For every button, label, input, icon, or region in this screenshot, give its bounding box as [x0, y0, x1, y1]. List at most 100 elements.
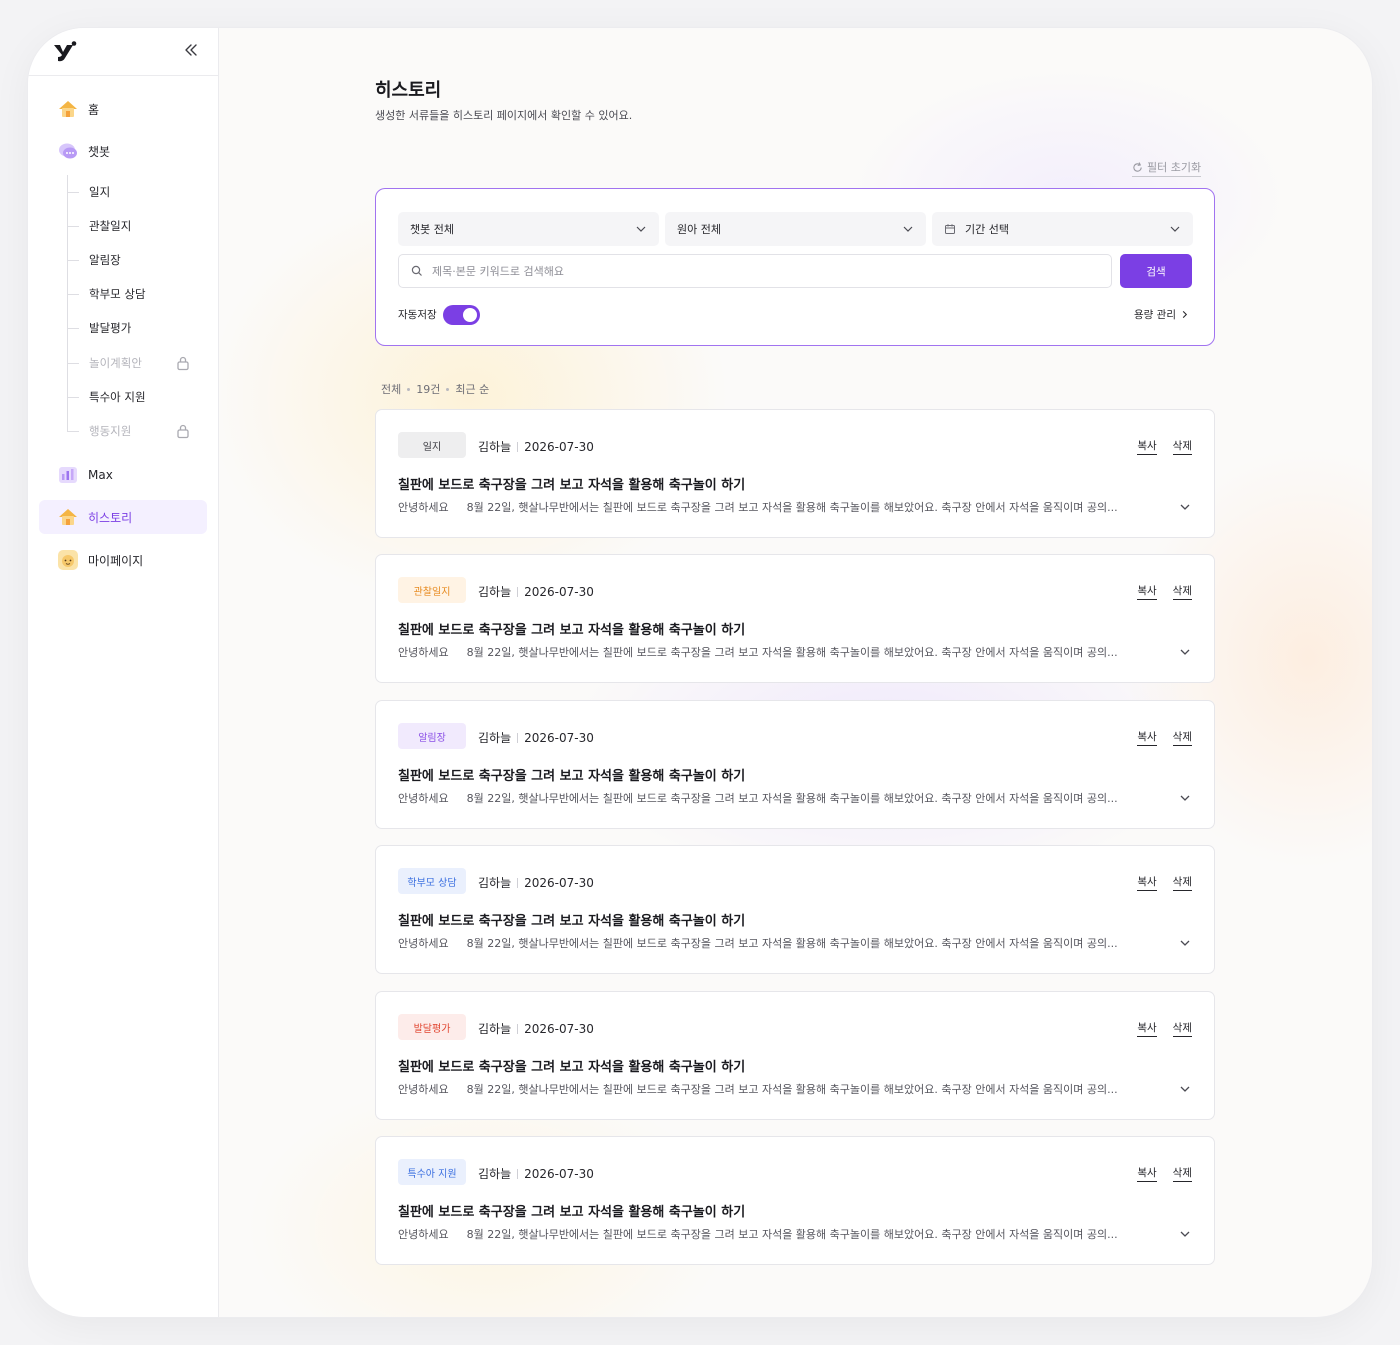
app-window: 홈 챗봇 일지 관찰일지 알림장 학부모 상담 발달평가 놀이계획안 특수아 지…	[28, 28, 1372, 1317]
history-icon	[57, 506, 79, 528]
history-card[interactable]: 알림장 김하늘 2026-07-30 복사 삭제 칠판에 보드로 축구장을 그려 보…	[375, 700, 1215, 829]
search-icon	[411, 265, 422, 276]
autosave-toggle[interactable]	[443, 305, 480, 325]
category-badge: 특수아 지원	[398, 1159, 466, 1185]
lock-icon	[177, 424, 189, 439]
copy-button[interactable]: 복사	[1137, 1165, 1157, 1182]
card-title: 칠판에 보드로 축구장을 그려 보고 자석을 활용해 축구놀이 하기	[398, 623, 746, 638]
category-badge: 알림장	[398, 723, 466, 749]
chevron-down-icon	[903, 226, 913, 232]
page-title: 히스토리	[375, 80, 442, 101]
card-preview: 안녕하세요 8월 22일, 햇살나무반에서는 칠판에 보드로 축구장을 그려 보고…	[398, 646, 1118, 659]
sidebar-subitem-development[interactable]: 발달평가	[89, 316, 209, 340]
main-content: 히스토리 생성한 서류들을 히스토리 페이지에서 확인할 수 있어요. 필터 초…	[219, 28, 1372, 1317]
category-badge: 학부모 상담	[398, 868, 466, 894]
calendar-icon	[945, 224, 955, 234]
child-select[interactable]: 원아 전체	[665, 212, 926, 246]
card-title: 칠판에 보드로 축구장을 그려 보고 자석을 활용해 축구놀이 하기	[398, 914, 746, 929]
card-meta: 김하늘 2026-07-30	[478, 1166, 594, 1182]
delete-button[interactable]: 삭제	[1172, 583, 1192, 600]
sidebar-item-chatbot[interactable]: 챗봇	[39, 134, 207, 168]
chevron-down-icon	[1170, 226, 1180, 232]
card-title: 칠판에 보드로 축구장을 그려 보고 자석을 활용해 축구놀이 하기	[398, 769, 746, 784]
delete-button[interactable]: 삭제	[1172, 438, 1192, 455]
sidebar-item-history[interactable]: 히스토리	[39, 500, 207, 534]
chatbot-select[interactable]: 챗봇 전체	[398, 212, 659, 246]
sidebar-item-label: 히스토리	[88, 510, 133, 525]
max-icon	[57, 464, 79, 486]
copy-button[interactable]: 복사	[1137, 438, 1157, 455]
sidebar-item-mypage[interactable]: 마이페이지	[39, 543, 207, 577]
history-card[interactable]: 관찰일지 김하늘 2026-07-30 복사 삭제 칠판에 보드로 축구장을 그려 …	[375, 554, 1215, 683]
chevron-down-icon	[636, 226, 646, 232]
lock-icon	[177, 356, 189, 371]
expand-chevron-icon[interactable]	[1178, 645, 1192, 659]
sidebar-item-label: 홈	[88, 102, 100, 117]
sidebar-subitem-play-plan[interactable]: 놀이계획안	[89, 351, 209, 375]
capacity-manage-link[interactable]: 용량 관리	[1134, 307, 1189, 322]
sidebar-item-label: 챗봇	[88, 144, 111, 159]
copy-button[interactable]: 복사	[1137, 583, 1157, 600]
autosave-label: 자동저장	[398, 309, 437, 321]
sidebar-subitem-notice[interactable]: 알림장	[89, 248, 209, 272]
expand-chevron-icon[interactable]	[1178, 1082, 1192, 1096]
category-badge: 관찰일지	[398, 577, 466, 603]
sidebar-subitem-parent-counsel[interactable]: 학부모 상담	[89, 282, 209, 306]
expand-chevron-icon[interactable]	[1178, 500, 1192, 514]
sidebar-subitem-observation[interactable]: 관찰일지	[89, 214, 209, 238]
sidebar-item-label: Max	[88, 468, 113, 482]
sidebar-item-label: 마이페이지	[88, 553, 144, 568]
sidebar-subitem-journal[interactable]: 일지	[89, 180, 209, 204]
sidebar-subitem-special-support[interactable]: 특수아 지원	[89, 385, 209, 409]
refresh-icon	[1133, 161, 1142, 172]
category-badge: 일지	[398, 432, 466, 458]
delete-button[interactable]: 삭제	[1172, 1020, 1192, 1037]
app-logo-icon	[54, 41, 77, 62]
copy-button[interactable]: 복사	[1137, 729, 1157, 746]
sidebar-item-home[interactable]: 홈	[39, 92, 207, 126]
sidebar: 홈 챗봇 일지 관찰일지 알림장 학부모 상담 발달평가 놀이계획안 특수아 지…	[28, 28, 219, 1317]
sidebar-subitem-behavior-support[interactable]: 행동지원	[89, 419, 209, 443]
reset-filter-button[interactable]: 필터 초기화	[1132, 159, 1202, 177]
expand-chevron-icon[interactable]	[1178, 1227, 1192, 1241]
delete-button[interactable]: 삭제	[1172, 1165, 1192, 1182]
card-preview: 안녕하세요 8월 22일, 햇살나무반에서는 칠판에 보드로 축구장을 그려 보고…	[398, 792, 1118, 805]
copy-button[interactable]: 복사	[1137, 874, 1157, 891]
card-meta: 김하늘 2026-07-30	[478, 1021, 594, 1037]
card-title: 칠판에 보드로 축구장을 그려 보고 자석을 활용해 축구놀이 하기	[398, 478, 746, 493]
search-button[interactable]: 검색	[1120, 254, 1192, 288]
avatar-icon	[57, 549, 79, 571]
delete-button[interactable]: 삭제	[1172, 874, 1192, 891]
card-meta: 김하늘 2026-07-30	[478, 875, 594, 891]
card-meta: 김하늘 2026-07-30	[478, 584, 594, 600]
sidebar-header	[28, 28, 218, 76]
delete-button[interactable]: 삭제	[1172, 729, 1192, 746]
card-preview: 안녕하세요 8월 22일, 햇살나무반에서는 칠판에 보드로 축구장을 그려 보고…	[398, 937, 1118, 950]
period-select[interactable]: 기간 선택	[932, 212, 1193, 246]
chevron-right-icon	[1182, 310, 1188, 319]
card-title: 칠판에 보드로 축구장을 그려 보고 자석을 활용해 축구놀이 하기	[398, 1205, 746, 1220]
expand-chevron-icon[interactable]	[1178, 791, 1192, 805]
expand-chevron-icon[interactable]	[1178, 936, 1192, 950]
history-card[interactable]: 특수아 지원 김하늘 2026-07-30 복사 삭제 칠판에 보드로 축구장을 그…	[375, 1136, 1215, 1265]
page-subtitle: 생성한 서류들을 히스토리 페이지에서 확인할 수 있어요.	[375, 109, 633, 122]
card-meta: 김하늘 2026-07-30	[478, 439, 594, 455]
copy-button[interactable]: 복사	[1137, 1020, 1157, 1037]
history-card[interactable]: 학부모 상담 김하늘 2026-07-30 복사 삭제 칠판에 보드로 축구장을 그…	[375, 845, 1215, 974]
result-summary: 전체 19건 최근 순	[381, 383, 490, 396]
filter-panel: 챗봇 전체 원아 전체 기간 선택 검색 자동저장 용량 관리	[375, 188, 1215, 346]
history-card[interactable]: 발달평가 김하늘 2026-07-30 복사 삭제 칠판에 보드로 축구장을 그려 …	[375, 991, 1215, 1120]
chatbot-icon	[57, 140, 79, 162]
card-title: 칠판에 보드로 축구장을 그려 보고 자석을 활용해 축구놀이 하기	[398, 1060, 746, 1075]
card-preview: 안녕하세요 8월 22일, 햇살나무반에서는 칠판에 보드로 축구장을 그려 보고…	[398, 501, 1118, 514]
card-preview: 안녕하세요 8월 22일, 햇살나무반에서는 칠판에 보드로 축구장을 그려 보고…	[398, 1228, 1118, 1241]
collapse-sidebar-icon[interactable]	[182, 41, 200, 59]
card-preview: 안녕하세요 8월 22일, 햇살나무반에서는 칠판에 보드로 축구장을 그려 보고…	[398, 1083, 1118, 1096]
home-icon	[57, 98, 79, 120]
history-card[interactable]: 일지 김하늘 2026-07-30 복사 삭제 칠판에 보드로 축구장을 그려 보고…	[375, 409, 1215, 538]
search-input[interactable]	[432, 264, 1092, 278]
category-badge: 발달평가	[398, 1014, 466, 1040]
search-field	[398, 254, 1112, 288]
sidebar-item-max[interactable]: Max	[39, 458, 207, 492]
card-meta: 김하늘 2026-07-30	[478, 730, 594, 746]
